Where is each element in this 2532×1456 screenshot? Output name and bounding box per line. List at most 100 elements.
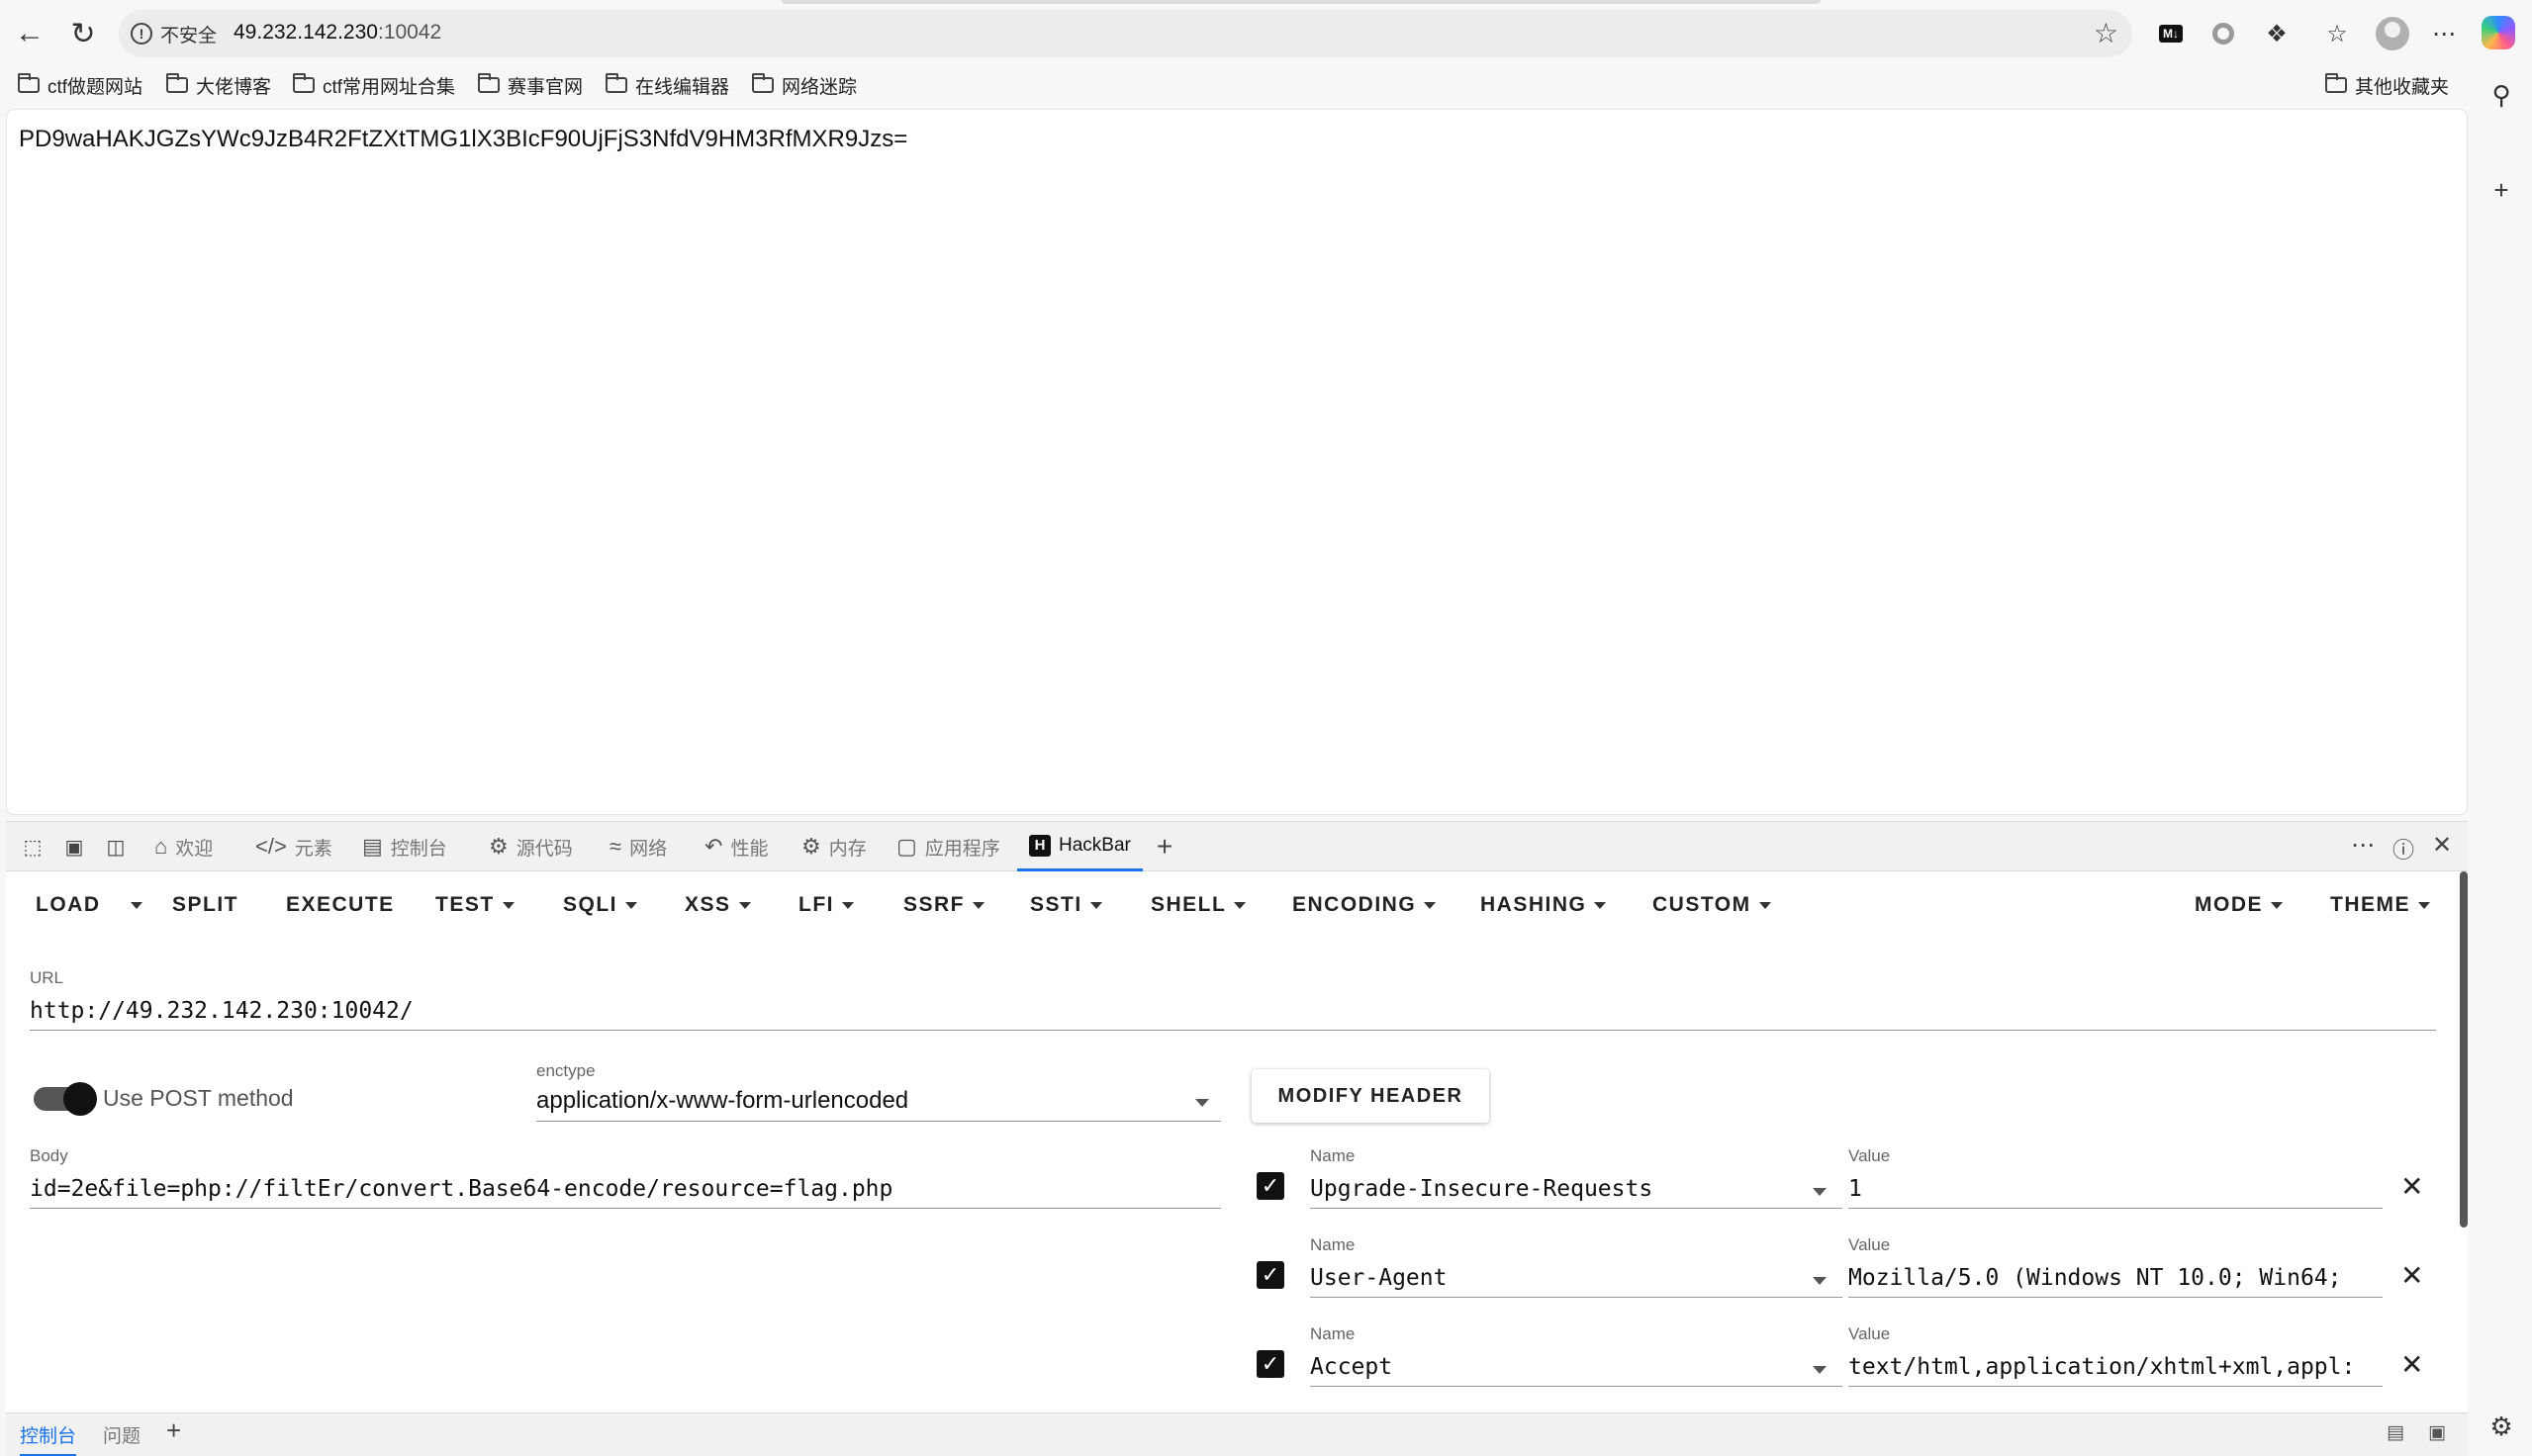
chevron-down-icon <box>1234 901 1247 909</box>
header-name-input[interactable]: Upgrade-Insecure-Requests <box>1310 1176 1842 1209</box>
favorite-star-icon[interactable]: ☆ <box>2094 17 2118 49</box>
header-value-input[interactable]: text/html,application/xhtml+xml,appl: <box>1848 1354 2383 1387</box>
encoding-menu-button[interactable]: ENCODING <box>1292 889 1437 921</box>
enctype-select[interactable]: application/x-www-form-urlencoded <box>536 1087 1221 1122</box>
tab-welcome[interactable]: ⌂ 欢迎 <box>154 822 213 871</box>
bookmark-label: 网络迷踪 <box>782 76 858 98</box>
custom-menu-button[interactable]: CUSTOM <box>1652 889 1771 921</box>
add-icon[interactable]: + <box>2485 174 2517 206</box>
button-label: SSTI <box>1030 893 1082 916</box>
header-name-label: Name <box>1310 1146 1356 1165</box>
test-menu-button[interactable]: TEST <box>435 889 515 921</box>
hackbar-scrollbar[interactable] <box>2460 871 2468 1228</box>
url-input[interactable]: http://49.232.142.230:10042/ <box>30 998 2436 1031</box>
chevron-down-icon[interactable] <box>1813 1188 1827 1196</box>
load-button[interactable]: LOAD <box>36 889 101 921</box>
address-bar[interactable]: ! 不安全 49.232.142.230:10042 ☆ <box>119 10 2132 57</box>
ssrf-menu-button[interactable]: SSRF <box>903 889 985 921</box>
favorites-list-icon[interactable]: ☆ <box>2319 16 2355 51</box>
execute-button[interactable]: EXECUTE <box>286 889 395 921</box>
header-enabled-checkbox[interactable]: ✓ <box>1257 1172 1284 1200</box>
devtools-more-icon[interactable]: ⋯ <box>2351 831 2375 860</box>
bookmark-folder[interactable]: ctf常用网址合集 <box>293 71 455 99</box>
folder-icon <box>166 73 188 93</box>
bookmark-folder[interactable]: ctf做题网站 <box>18 71 142 99</box>
dock-side-icon[interactable]: ◫ <box>101 833 131 861</box>
tab-memory[interactable]: ⚙ 内存 <box>801 822 867 871</box>
tab-label: 性能 <box>730 838 769 860</box>
bookmarks-bar: ctf做题网站 大佬博客 ctf常用网址合集 赛事官网 在线编辑器 网络迷踪 其… <box>0 67 2474 103</box>
sqli-menu-button[interactable]: SQLI <box>563 889 638 921</box>
chevron-down-icon <box>1758 901 1771 909</box>
security-indicator[interactable]: ! 不安全 <box>131 19 217 48</box>
reload-icon[interactable]: ↻ <box>63 14 103 53</box>
drawer-tab-issues[interactable]: 问题 <box>103 1421 141 1448</box>
tab-application[interactable]: ▢ 应用程序 <box>896 822 1000 871</box>
tab-network[interactable]: ≈ 网络 <box>610 822 667 871</box>
drawer-undock-icon[interactable]: ▤ <box>2387 1421 2404 1444</box>
other-bookmarks-folder[interactable]: 其他收藏夹 <box>2325 71 2449 99</box>
ssti-menu-button[interactable]: SSTI <box>1030 889 1102 921</box>
devtools-panel: ⬚ ▣ ◫ ⌂ 欢迎 </> 元素 ▤ 控制台 ⚙ 源代码 ≈ 网络 ↶ 性能 ⚙ 内存 ▢ 应… <box>6 821 2468 1456</box>
header-value-label: Value <box>1848 1235 1891 1254</box>
chevron-down-icon <box>1089 901 1102 909</box>
bookmark-folder[interactable]: 在线编辑器 <box>606 71 729 99</box>
split-button[interactable]: SPLIT <box>172 889 238 921</box>
post-method-toggle[interactable] <box>34 1082 97 1116</box>
tab-performance[interactable]: ↶ 性能 <box>704 822 768 871</box>
header-value-input[interactable]: Mozilla/5.0 (Windows NT 10.0; Win64; <box>1848 1265 2383 1298</box>
close-devtools-icon[interactable]: ✕ <box>2432 831 2452 860</box>
chevron-down-icon[interactable] <box>1195 1099 1209 1107</box>
remove-header-icon[interactable]: ✕ <box>2400 1170 2423 1203</box>
tab-elements[interactable]: </> 元素 <box>255 822 332 871</box>
remove-header-icon[interactable]: ✕ <box>2400 1259 2423 1292</box>
header-name-input[interactable]: Accept <box>1310 1354 1842 1387</box>
chevron-down-icon[interactable] <box>1813 1277 1827 1285</box>
inspect-element-icon[interactable]: ⬚ <box>18 833 47 861</box>
markdown-extension-icon[interactable]: M↓ <box>2153 16 2189 51</box>
extensions-puzzle-icon[interactable]: ❖ <box>2259 16 2295 51</box>
header-enabled-checkbox[interactable]: ✓ <box>1257 1350 1284 1378</box>
chevron-down-icon <box>1594 901 1607 909</box>
more-menu-icon[interactable]: ⋯ <box>2426 16 2462 51</box>
modify-header-button[interactable]: MODIFY HEADER <box>1252 1069 1489 1123</box>
profile-avatar[interactable] <box>2376 17 2409 50</box>
back-icon[interactable]: ← <box>10 14 49 53</box>
tab-console[interactable]: ▤ 控制台 <box>362 822 447 871</box>
body-input[interactable]: id=2e&file=php://filtEr/convert.Base64-e… <box>30 1176 1221 1209</box>
settings-gear-icon[interactable]: ⚙ <box>2485 1410 2517 1442</box>
lfi-menu-button[interactable]: LFI <box>798 889 854 921</box>
copilot-icon[interactable] <box>2482 16 2515 49</box>
bookmark-folder[interactable]: 赛事官网 <box>478 71 583 99</box>
bookmark-folder[interactable]: 大佬博客 <box>166 71 271 99</box>
header-name-input[interactable]: User-Agent <box>1310 1265 1842 1298</box>
device-toolbar-icon[interactable]: ▣ <box>59 833 89 861</box>
help-icon[interactable]: ⓘ <box>2392 833 2414 864</box>
drawer-add-icon[interactable]: + <box>166 1415 181 1446</box>
xss-menu-button[interactable]: XSS <box>685 889 751 921</box>
hashing-menu-button[interactable]: HASHING <box>1480 889 1607 921</box>
security-label: 不安全 <box>160 25 218 46</box>
record-extension-icon[interactable] <box>2205 16 2241 51</box>
folder-icon <box>18 73 40 93</box>
header-enabled-checkbox[interactable]: ✓ <box>1257 1261 1284 1289</box>
search-icon[interactable]: ⚲ <box>2485 79 2517 111</box>
chevron-down-icon[interactable] <box>1813 1366 1827 1374</box>
shell-menu-button[interactable]: SHELL <box>1151 889 1247 921</box>
add-tab-icon[interactable]: + <box>1150 831 1179 862</box>
bookmark-folder[interactable]: 网络迷踪 <box>752 71 857 99</box>
tab-hackbar[interactable]: H HackBar <box>1017 822 1143 871</box>
tab-strip-edge <box>782 0 1821 4</box>
theme-menu-button[interactable]: THEME <box>2330 889 2430 921</box>
drawer-tab-console[interactable]: 控制台 <box>20 1421 77 1456</box>
url-text[interactable]: 49.232.142.230:10042 <box>234 21 441 45</box>
tab-sources[interactable]: ⚙ 源代码 <box>489 822 573 871</box>
remove-header-icon[interactable]: ✕ <box>2400 1348 2423 1381</box>
mode-menu-button[interactable]: MODE <box>2195 889 2283 921</box>
bookmark-label: 大佬博客 <box>196 76 272 98</box>
load-dropdown-button[interactable] <box>131 889 142 921</box>
chevron-down-icon <box>625 901 638 909</box>
folder-icon <box>478 73 500 93</box>
drawer-close-icon[interactable]: ▣ <box>2428 1421 2446 1444</box>
header-value-input[interactable]: 1 <box>1848 1176 2383 1209</box>
